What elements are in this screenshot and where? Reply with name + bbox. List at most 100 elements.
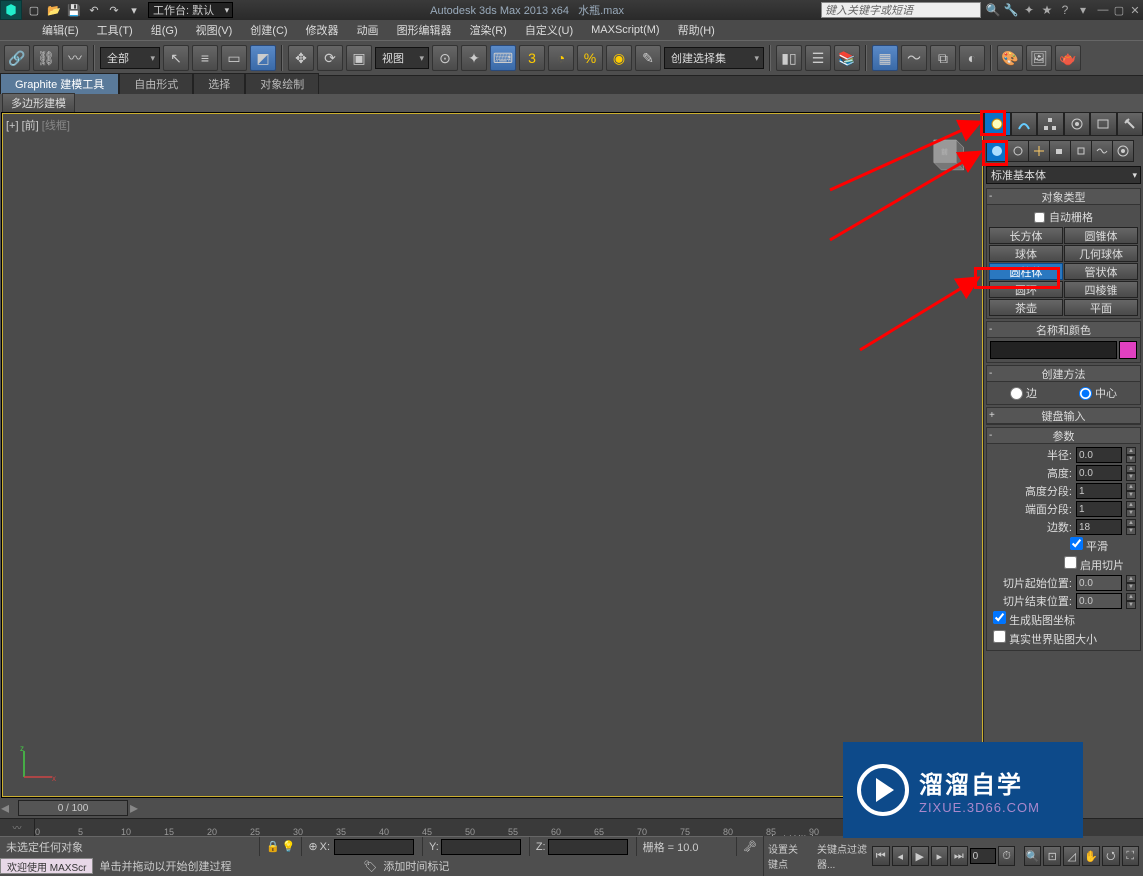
communication-icon[interactable]: 🗝 [743, 840, 757, 853]
object-name-input[interactable] [990, 341, 1117, 359]
edit-named-sel-icon[interactable]: ✎ [635, 45, 661, 71]
motion-tab[interactable] [1064, 112, 1091, 136]
move-icon[interactable]: ✥ [288, 45, 314, 71]
spinner-snap-icon[interactable]: ◉ [606, 45, 632, 71]
time-slider-handle[interactable]: 0 / 100 [18, 800, 128, 816]
rollout-header[interactable]: +键盘输入 [987, 408, 1140, 424]
prev-frame-icon[interactable]: ◂ [892, 846, 910, 866]
pyramid-button[interactable]: 四棱锥 [1064, 281, 1138, 298]
select-object-icon[interactable]: ↖ [163, 45, 189, 71]
undo-icon[interactable]: ↶ [86, 2, 102, 18]
plane-button[interactable]: 平面 [1064, 299, 1138, 316]
selection-lock-icon[interactable]: 🔒 [266, 840, 280, 853]
ribbon-toggle-icon[interactable]: ▦ [872, 45, 898, 71]
minimize-button[interactable]: — [1095, 2, 1111, 18]
real-world-check[interactable]: 真实世界贴图大小 [993, 630, 1097, 647]
geometry-tab[interactable] [986, 140, 1008, 162]
menu-create[interactable]: 创建(C) [248, 20, 289, 40]
zoom-icon[interactable]: 🔍 [1024, 846, 1042, 866]
rect-region-icon[interactable]: ▭ [221, 45, 247, 71]
slice-on-check[interactable]: 启用切片 [1064, 556, 1124, 573]
cone-button[interactable]: 圆锥体 [1064, 227, 1138, 244]
cameras-tab[interactable] [1049, 140, 1071, 162]
time-config-icon[interactable]: ⏱ [998, 846, 1016, 866]
ribbon-tab-graphite[interactable]: Graphite 建模工具 [0, 73, 119, 94]
hierarchy-tab[interactable] [1037, 112, 1064, 136]
viewport-front[interactable]: [+] [前] [线框] 前 z x [1, 112, 983, 798]
fov-icon[interactable]: ◿ [1063, 846, 1081, 866]
material-editor-icon[interactable]: ◐ [959, 45, 985, 71]
refcoord-dropdown[interactable]: 视图 [375, 47, 429, 69]
sphere-button[interactable]: 球体 [989, 245, 1063, 262]
mirror-icon[interactable]: ▮▯ [776, 45, 802, 71]
ribbon-tab-paint[interactable]: 对象绘制 [245, 73, 319, 94]
align-icon[interactable]: ☰ [805, 45, 831, 71]
next-frame-icon[interactable]: ▸ [931, 846, 949, 866]
add-time-tag[interactable]: 添加时间标记 [377, 858, 455, 874]
wrench-icon[interactable]: 🔧 [1003, 2, 1019, 18]
snap-toggle-icon[interactable]: 3 [519, 45, 545, 71]
set-key-button[interactable]: 设置关键点 [768, 841, 807, 871]
redo-icon[interactable]: ↷ [106, 2, 122, 18]
help-dropdown-icon[interactable]: ▾ [1075, 2, 1091, 18]
new-icon[interactable]: ▢ [26, 2, 42, 18]
goto-start-icon[interactable]: ⏮ [872, 846, 890, 866]
exchange-icon[interactable]: ✦ [1021, 2, 1037, 18]
infocenter-search[interactable]: 键入关键字或短语 [821, 2, 981, 18]
menu-edit[interactable]: 编辑(E) [40, 20, 81, 40]
viewcube[interactable]: 前 [917, 127, 973, 183]
render-frame-icon[interactable]: 🖼 [1026, 45, 1052, 71]
rollout-header[interactable]: -对象类型 [987, 189, 1140, 205]
binoculars-icon[interactable]: 🔍 [985, 2, 1001, 18]
spacewarps-tab[interactable] [1091, 140, 1113, 162]
radius-spinner[interactable]: 0.0 [1076, 447, 1122, 463]
gen-map-check[interactable]: 生成贴图坐标 [993, 611, 1075, 628]
mini-curve-editor-icon[interactable]: 〰 [12, 821, 21, 834]
angle-snap-icon[interactable]: ◔ [548, 45, 574, 71]
menu-tools[interactable]: 工具(T) [95, 20, 135, 40]
menu-animation[interactable]: 动画 [355, 20, 381, 40]
help-icon[interactable]: ? [1057, 2, 1073, 18]
save-icon[interactable]: 💾 [66, 2, 82, 18]
zoom-all-icon[interactable]: ⊡ [1043, 846, 1061, 866]
bind-spacewarp-icon[interactable]: 〰 [62, 45, 88, 71]
menu-customize[interactable]: 自定义(U) [523, 20, 575, 40]
selection-filter-dropdown[interactable]: 全部 [100, 47, 160, 69]
render-icon[interactable]: 🫖 [1055, 45, 1081, 71]
render-setup-icon[interactable]: 🎨 [997, 45, 1023, 71]
pan-icon[interactable]: ✋ [1082, 846, 1100, 866]
display-tab[interactable] [1090, 112, 1117, 136]
smooth-check[interactable]: 平滑 [1070, 537, 1108, 554]
geosphere-button[interactable]: 几何球体 [1064, 245, 1138, 262]
app-logo[interactable] [0, 0, 22, 20]
open-icon[interactable]: 📂 [46, 2, 62, 18]
box-button[interactable]: 长方体 [989, 227, 1063, 244]
shapes-tab[interactable] [1007, 140, 1029, 162]
isolate-icon[interactable]: 💡 [282, 840, 296, 853]
modify-tab[interactable] [1011, 112, 1038, 136]
rotate-icon[interactable]: ⟳ [317, 45, 343, 71]
tube-button[interactable]: 管状体 [1064, 263, 1138, 280]
autogrid-check[interactable]: 自动栅格 [989, 209, 1138, 225]
play-icon[interactable]: ▶ [911, 846, 929, 866]
schematic-view-icon[interactable]: ⧉ [930, 45, 956, 71]
link-icon[interactable]: 🔗 [4, 45, 30, 71]
named-selection-dropdown[interactable]: 创建选择集 [664, 47, 764, 69]
systems-tab[interactable] [1112, 140, 1134, 162]
menu-group[interactable]: 组(G) [149, 20, 180, 40]
curve-editor-icon[interactable]: 〜 [901, 45, 927, 71]
maxscript-listener[interactable]: 欢迎使用 MAXScr [0, 858, 93, 874]
percent-snap-icon[interactable]: % [577, 45, 603, 71]
ribbon-tab-freeform[interactable]: 自由形式 [119, 73, 193, 94]
geometry-category-dropdown[interactable]: 标准基本体 [986, 166, 1141, 184]
menu-help[interactable]: 帮助(H) [676, 20, 717, 40]
window-crossing-icon[interactable]: ◩ [250, 45, 276, 71]
menu-maxscript[interactable]: MAXScript(M) [589, 22, 661, 38]
z-coord-input[interactable] [548, 839, 628, 855]
qat-dropdown-icon[interactable]: ▾ [126, 2, 142, 18]
sides-spinner[interactable]: 18 [1076, 519, 1122, 535]
y-coord-input[interactable] [441, 839, 521, 855]
rollout-header[interactable]: -创建方法 [987, 366, 1140, 382]
maximize-button[interactable]: ▢ [1111, 2, 1127, 18]
coord-display-mode-icon[interactable]: ⊕ [308, 840, 317, 853]
